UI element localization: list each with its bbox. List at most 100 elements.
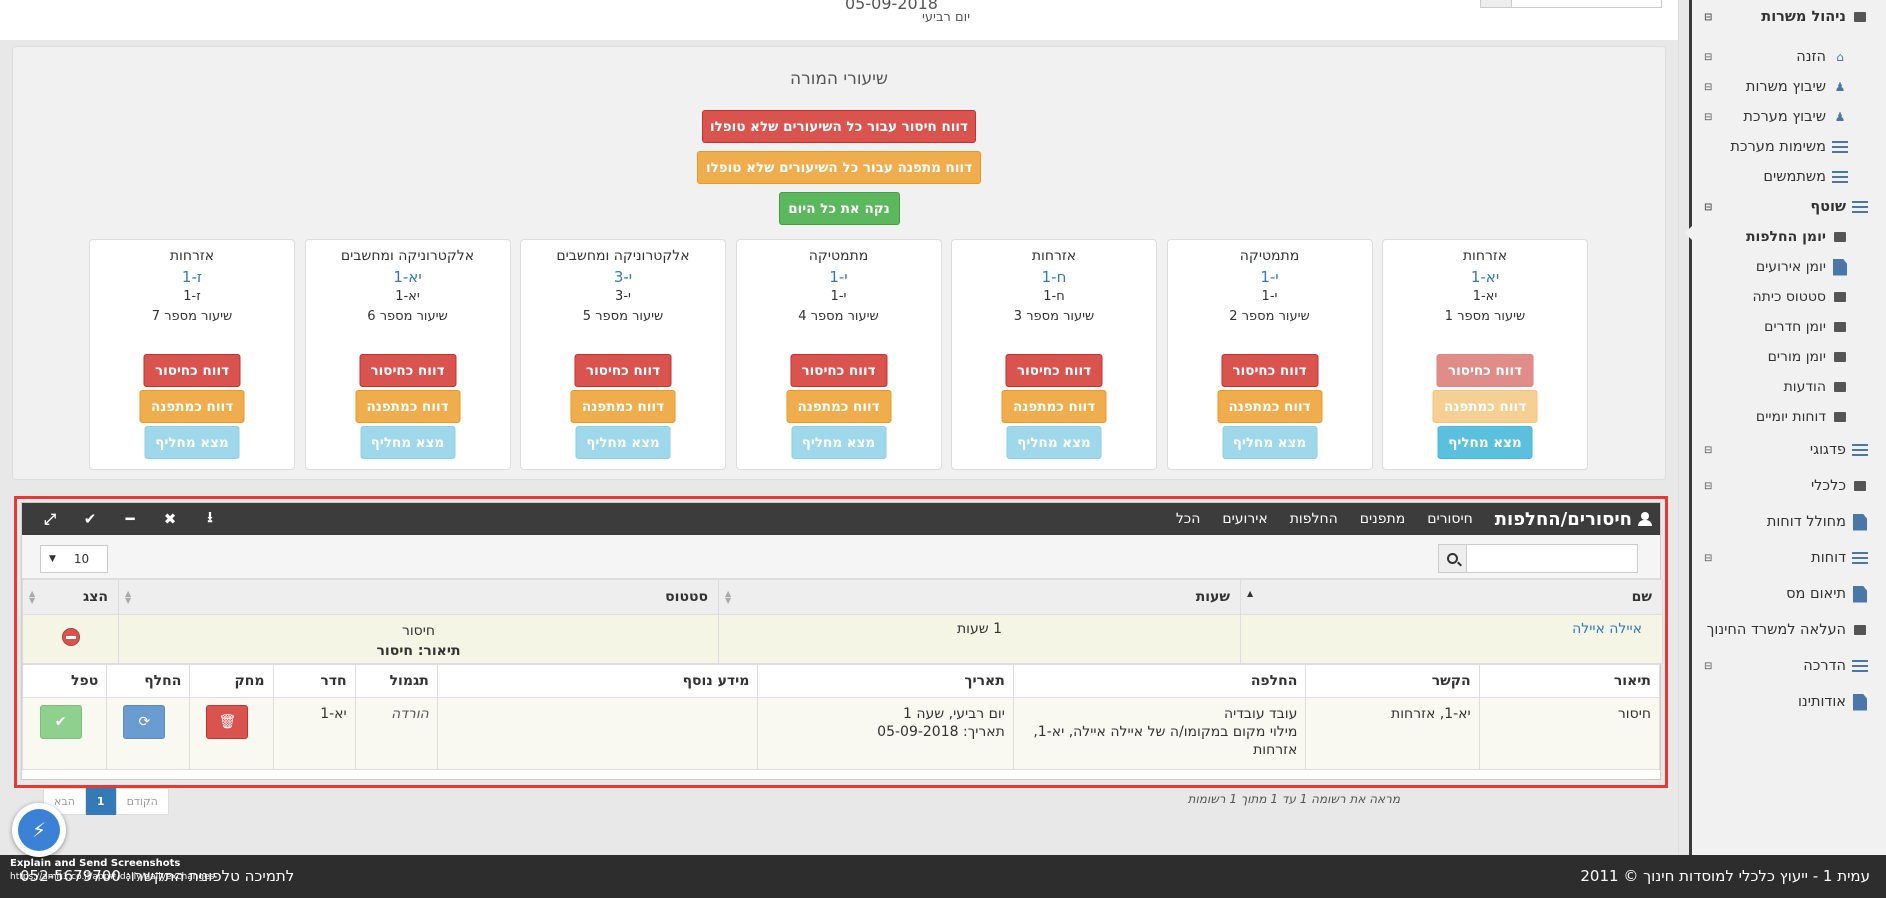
row-collapse-cell[interactable] [22, 614, 119, 664]
sort-icon: ▲ ▼ [125, 589, 132, 605]
sidebar-item[interactable]: ♟ שיבוץ מערכת ⊟ [1692, 102, 1886, 132]
lesson-class-link[interactable]: י-1 [1168, 268, 1372, 289]
book-icon [1852, 622, 1868, 638]
collapse-toggle-icon[interactable]: ⊟ [1704, 481, 1712, 492]
report-absence-button[interactable]: דווח כחיסור [359, 354, 456, 387]
delete-button[interactable]: 🗑 [206, 705, 249, 739]
col-hours[interactable]: שעות ▲ ▼ [718, 579, 1241, 615]
report-absence-all-button[interactable]: דווח חיסור עבור כל השיעורים שלא טופלו [702, 110, 976, 143]
widget-toolbar: ⤢ ✔ ━ ✖ ⭳ [30, 503, 230, 535]
find-substitute-button[interactable]: מצא מחליף [791, 426, 886, 459]
collapse-toggle-icon[interactable]: ⊟ [1704, 202, 1712, 213]
col-replacement: החלפה [1012, 664, 1307, 698]
pager-current[interactable]: 1 [85, 788, 116, 815]
lesson-class-link[interactable]: יא-1 [306, 268, 510, 289]
lesson-class-link[interactable]: ז-1 [90, 268, 294, 289]
pager-prev[interactable]: הקודם [115, 788, 169, 815]
sidebar-item[interactable]: אודותינו [1692, 684, 1886, 720]
lesson-class-link[interactable]: י-1 [737, 268, 941, 289]
report-pending-button[interactable]: דווח כמתפנה [786, 390, 891, 423]
lesson-class-link[interactable]: ח-1 [952, 268, 1156, 289]
expand-icon[interactable]: ⤢ [30, 510, 70, 528]
report-absence-button[interactable]: דווח כחיסור [1005, 354, 1103, 387]
tab-all[interactable]: הכל [1176, 511, 1201, 527]
sidebar-item[interactable]: יומן מורים [1692, 342, 1886, 372]
tab-pending[interactable]: מתפנים [1360, 511, 1405, 527]
find-substitute-button[interactable]: מצא מחליף [360, 426, 455, 459]
page-size-select[interactable]: ▼ 10 [40, 545, 108, 573]
sidebar-item[interactable]: תיאום מס [1692, 576, 1886, 612]
detail-desc: חיסור [1478, 697, 1661, 770]
report-pending-button[interactable]: דווח כמתפנה [139, 390, 245, 423]
col-name[interactable]: שם ▲ [1240, 579, 1663, 615]
report-pending-button[interactable]: דווח כמתפנה [355, 390, 460, 423]
sidebar-item[interactable]: דוחות ⊟ [1692, 540, 1886, 576]
collapse-toggle-icon[interactable]: ⊟ [1704, 82, 1712, 93]
close-icon[interactable]: ✖ [150, 510, 190, 528]
report-absence-button[interactable]: דווח כחיסור [790, 354, 887, 387]
find-substitute-button[interactable]: מצא מחליף [1437, 426, 1533, 459]
clear-day-button[interactable]: נקה את כל היום [778, 192, 900, 225]
handle-button[interactable]: ✔ [39, 705, 82, 739]
sidebar-item[interactable]: יומן חדרים [1692, 312, 1886, 342]
search-button[interactable] [1438, 544, 1467, 573]
minimize-icon[interactable]: ━ [110, 510, 150, 528]
find-substitute-button[interactable]: מצא מחליף [575, 426, 671, 459]
collapse-toggle-icon[interactable]: ⊟ [1704, 553, 1712, 564]
book-icon [1832, 289, 1848, 305]
lesson-number: שיעור מספר 1 [1444, 309, 1526, 324]
report-absence-button[interactable]: דווח כחיסור [1436, 354, 1534, 387]
sidebar-item[interactable]: פדגוגי ⊟ [1692, 432, 1886, 468]
collapse-toggle-icon[interactable]: ⊟ [1704, 112, 1712, 123]
sidebar-item[interactable]: מחולל דוחות [1692, 504, 1886, 540]
col-show[interactable]: הצג ▲ ▼ [22, 579, 119, 615]
tab-absences[interactable]: חיסורים [1427, 511, 1473, 527]
report-pending-button[interactable]: דווח כמתפנה [1001, 390, 1107, 423]
sidebar-item[interactable]: שוטף ⊟ [1692, 192, 1886, 222]
messenger-button[interactable]: ⚡ [12, 803, 66, 857]
top-search-input[interactable] [1480, 0, 1662, 8]
table-search-input[interactable] [1438, 544, 1638, 573]
sidebar-item[interactable]: הודעות [1692, 372, 1886, 402]
row-name-link[interactable]: איילה איילה [1240, 614, 1663, 664]
collapse-toggle-icon[interactable]: ⊟ [1704, 12, 1712, 23]
find-substitute-button[interactable]: מצא מחליף [144, 426, 240, 459]
check-icon[interactable]: ✔ [70, 510, 110, 528]
download-icon[interactable]: ⭳ [190, 507, 230, 532]
sidebar-item[interactable]: ניהול משרות ⊟ [1692, 2, 1886, 32]
collapse-icon[interactable] [61, 628, 80, 646]
find-substitute-button[interactable]: מצא מחליף [1006, 426, 1102, 459]
sidebar-item[interactable]: כלכלי ⊟ [1692, 468, 1886, 504]
report-absence-button[interactable]: דווח כחיסור [143, 354, 241, 387]
collapse-toggle-icon[interactable]: ⊟ [1704, 661, 1712, 672]
sidebar-item[interactable]: ♟ שיבוץ משרות ⊟ [1692, 72, 1886, 102]
report-pending-button[interactable]: דווח כמתפנה [1217, 390, 1322, 423]
lesson-class-link[interactable]: י-3 [521, 268, 725, 289]
sidebar-item[interactable]: ⌂ הזנה ⊟ [1692, 42, 1886, 72]
report-pending-all-button[interactable]: דווח מתפנה עבור כל השיעורים שלא טופלו [697, 151, 981, 184]
report-absence-button[interactable]: דווח כחיסור [1221, 354, 1318, 387]
sidebar-item[interactable]: יומן אירועים [1692, 252, 1886, 282]
find-substitute-button[interactable]: מצא מחליף [1222, 426, 1317, 459]
swap-button[interactable]: ⟳ [123, 705, 166, 739]
lesson-subject: אזרחות [1462, 248, 1508, 264]
sidebar-item[interactable]: משימות מערכת [1692, 132, 1886, 162]
sidebar-item[interactable]: העלאה למשרד החינוך [1692, 612, 1886, 648]
absences-replacements-widget: חיסורים/החלפות חיסורים מתפנים החלפות איר… [21, 502, 1663, 780]
sidebar-item[interactable]: משתמשים [1692, 162, 1886, 192]
sidebar-item[interactable]: יומן החלפות [1692, 222, 1886, 252]
report-pending-button[interactable]: דווח כמתפנה [570, 390, 676, 423]
collapse-toggle-icon[interactable]: ⊟ [1704, 445, 1712, 456]
report-pending-button[interactable]: דווח כמתפנה [1432, 390, 1538, 423]
extension-url: https://amit1.co.il/app#/daily/dailyexch… [10, 872, 215, 882]
col-handle: טפל [21, 664, 108, 698]
sidebar-item[interactable]: דוחות יומיים [1692, 402, 1886, 432]
sidebar-item[interactable]: סטטוס כיתה [1692, 282, 1886, 312]
col-status[interactable]: סטטוס ▲ ▼ [118, 579, 719, 615]
lesson-class-link[interactable]: יא-1 [1383, 268, 1587, 289]
tab-events[interactable]: אירועים [1222, 511, 1267, 527]
tab-replacements[interactable]: החלפות [1290, 511, 1338, 527]
sidebar-item[interactable]: הדרכה ⊟ [1692, 648, 1886, 684]
report-absence-button[interactable]: דווח כחיסור [574, 354, 672, 387]
collapse-toggle-icon[interactable]: ⊟ [1704, 52, 1712, 63]
